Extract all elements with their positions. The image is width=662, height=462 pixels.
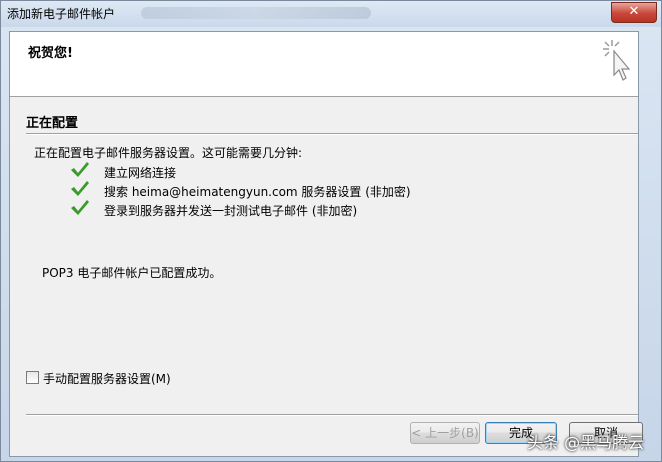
congrats-heading: 祝贺您! xyxy=(28,46,73,61)
result-message: POP3 电子邮件帐户已配置成功。 xyxy=(42,266,222,280)
config-step-label: 搜索 heima@heimatengyun.com 服务器设置 (非加密) xyxy=(104,185,411,199)
section-divider xyxy=(26,133,638,135)
dialog-body: 祝贺您! 正在配置 正在配置电子邮件服务器设置。这可能需要几分钟: 建立网络连接… xyxy=(9,31,643,457)
window-title: 添加新电子邮件帐户 xyxy=(7,7,116,21)
title-bar-blur xyxy=(141,7,371,19)
section-title: 正在配置 xyxy=(26,116,79,131)
back-button[interactable]: < 上一步(B) xyxy=(410,422,480,444)
close-button[interactable]: ✕ xyxy=(611,2,657,23)
config-step-label: 建立网络连接 xyxy=(104,166,177,180)
dialog-window: 添加新电子邮件帐户 ✕ 祝贺您! 正在配置 正在配置电子邮件服务器设置。这可能需… xyxy=(0,0,662,462)
watermark-text: 头条 @黑马腾云 xyxy=(527,433,645,452)
checkbox-box[interactable] xyxy=(26,371,39,384)
wizard-cursor-icon xyxy=(600,38,632,89)
title-bar[interactable]: 添加新电子邮件帐户 ✕ xyxy=(1,1,661,27)
checkmark-icon xyxy=(70,161,90,182)
manual-config-label[interactable]: 手动配置服务器设置(M) xyxy=(43,370,171,387)
checkmark-icon xyxy=(70,180,90,201)
footer-divider xyxy=(26,414,638,416)
checkmark-icon xyxy=(70,199,90,220)
header-band: 祝贺您! xyxy=(10,32,638,97)
config-step-label: 登录到服务器并发送一封测试电子邮件 (非加密) xyxy=(104,204,358,218)
config-intro-text: 正在配置电子邮件服务器设置。这可能需要几分钟: xyxy=(34,146,303,160)
